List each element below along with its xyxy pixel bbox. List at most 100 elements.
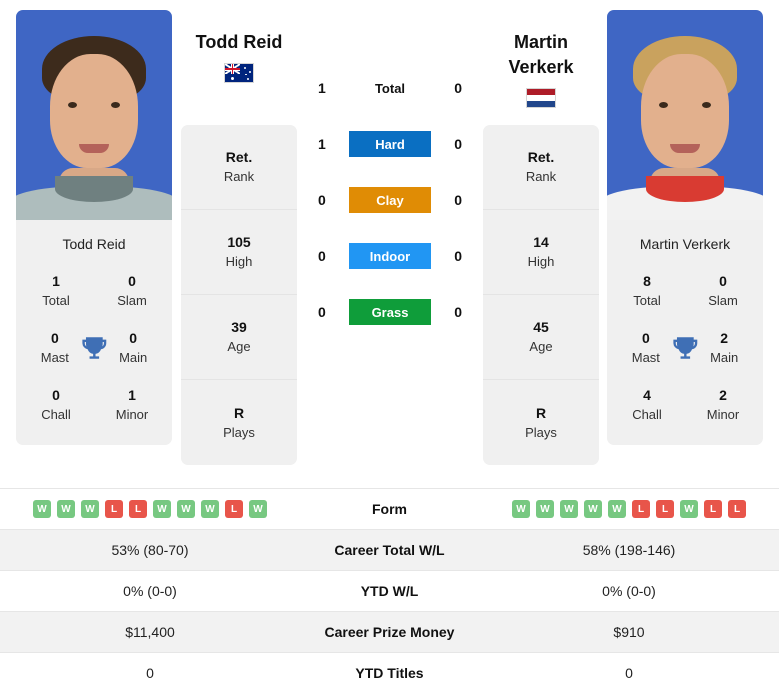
form-badge-loss: L xyxy=(728,500,746,518)
info-label: High xyxy=(225,254,253,269)
titles-row-chall-minor: 4 Chall 2 Minor xyxy=(607,376,763,433)
row-label: Career Total W/L xyxy=(334,542,445,558)
titles-row-mast-main: 0 Mast 2 Main xyxy=(607,319,763,376)
stat-total: 8 Total xyxy=(633,272,661,308)
surface-badge-grass[interactable]: Grass xyxy=(349,299,431,325)
info-cell-rank: Ret. Rank xyxy=(181,125,297,210)
info-cell-high: 14 High xyxy=(483,210,599,295)
info-cell-age: 39 Age xyxy=(181,295,297,380)
form-badge-loss: L xyxy=(656,500,674,518)
titles-card-name-left: Todd Reid xyxy=(62,236,126,252)
stat-mast: 0 Mast xyxy=(40,329,69,365)
titles-row-mast-main: 0 Mast 0 Main xyxy=(16,319,172,376)
value-left: 53% (80-70) xyxy=(111,542,189,558)
player-name-right-line1: Martin xyxy=(514,32,568,52)
titles-row-chall-minor: 0 Chall 1 Minor xyxy=(16,376,172,433)
info-label: Plays xyxy=(525,424,557,440)
portrait-eye-right xyxy=(111,102,120,108)
table-row-form: WWWLLWWWLW Form WWWWWLLWLL xyxy=(0,488,779,530)
portrait-eye-right xyxy=(702,102,711,108)
table-row-career-prize-money: $11,400 Career Prize Money $910 xyxy=(0,611,779,653)
info-cell-plays: R Plays xyxy=(483,380,599,465)
info-label: Rank xyxy=(223,169,255,184)
form-badge-win: W xyxy=(249,500,267,518)
stat-total: 1 Total xyxy=(42,272,70,308)
stat-mast: 0 Mast xyxy=(631,329,660,365)
info-label: Plays xyxy=(223,424,255,440)
stat-minor: 1 Minor xyxy=(115,386,149,422)
trophy-icon xyxy=(673,336,697,359)
surface-label-total: Total xyxy=(374,80,406,96)
titles-card-right: Martin Verkerk 8 Total 0 Slam 0 Mast 2 M… xyxy=(607,226,763,445)
form-badge-win: W xyxy=(81,500,99,518)
surface-value-left: 1 xyxy=(318,136,326,152)
form-badge-win: W xyxy=(153,500,171,518)
surface-value-right: 0 xyxy=(454,80,462,96)
info-value: 14 xyxy=(533,234,549,250)
table-row-ytd-wl: 0% (0-0) YTD W/L 0% (0-0) xyxy=(0,570,779,612)
player-photo-right xyxy=(607,10,763,220)
surface-badge-clay[interactable]: Clay xyxy=(349,187,431,213)
surface-row-indoor: 0 Indoor 0 xyxy=(300,228,480,284)
value-left: 0 xyxy=(146,665,154,682)
info-cell-high: 105 High xyxy=(181,210,297,295)
value-right: $910 xyxy=(613,624,645,640)
portrait-collar xyxy=(55,176,133,202)
form-badges-left: WWWLLWWWLW xyxy=(0,500,300,518)
surface-value-right: 0 xyxy=(454,304,462,320)
player-heading-left: Todd Reid xyxy=(169,30,309,83)
form-badge-loss: L xyxy=(105,500,123,518)
info-cell-age: 45 Age xyxy=(483,295,599,380)
surface-badge-hard[interactable]: Hard xyxy=(349,131,431,157)
form-cell-left: WWWLLWWWLW xyxy=(0,489,300,530)
stat-slam: 0 Slam xyxy=(117,272,147,308)
form-badge-win: W xyxy=(177,500,195,518)
surface-value-left: 0 xyxy=(318,248,326,264)
info-value: 45 xyxy=(533,319,549,335)
trophy-icon xyxy=(82,336,106,359)
surface-value-right: 0 xyxy=(454,248,462,264)
surface-value-left: 0 xyxy=(318,304,326,320)
portrait-mouth xyxy=(670,144,700,153)
player-info-card-left: Ret. Rank 105 High 39 Age R Plays xyxy=(181,125,297,465)
form-badge-loss: L xyxy=(129,500,147,518)
titles-card-left: Todd Reid 1 Total 0 Slam 0 Mast 0 Main 0… xyxy=(16,226,172,445)
info-value: Ret. xyxy=(527,149,555,165)
form-cell-right: WWWWWLLWLL xyxy=(479,489,779,530)
value-right: 0% (0-0) xyxy=(602,583,656,599)
info-label: High xyxy=(527,254,555,269)
surface-row-total: 1 Total 0 xyxy=(300,60,480,116)
surface-row-hard: 1 Hard 0 xyxy=(300,116,480,172)
info-value: 39 xyxy=(231,319,247,335)
player-name-right-line2: Verkerk xyxy=(508,57,574,77)
form-badge-loss: L xyxy=(632,500,650,518)
surface-badge-indoor[interactable]: Indoor xyxy=(349,243,431,269)
surface-value-right: 0 xyxy=(454,136,462,152)
australia-flag-icon xyxy=(224,63,254,83)
netherlands-flag-icon xyxy=(526,88,556,108)
value-right: 0 xyxy=(625,665,633,682)
form-badge-win: W xyxy=(584,500,602,518)
row-label-form: Form xyxy=(372,501,407,517)
form-badge-win: W xyxy=(57,500,75,518)
player-comparison-header: Todd Reid Todd Reid Ret. Rank 105 High 3… xyxy=(0,0,779,480)
table-row-ytd-titles: 0 YTD Titles 0 xyxy=(0,652,779,694)
value-left: $11,400 xyxy=(125,624,175,640)
stat-slam: 0 Slam xyxy=(708,272,738,308)
table-row-career-total-wl: 53% (80-70) Career Total W/L 58% (198-14… xyxy=(0,529,779,571)
value-right: 58% (198-146) xyxy=(582,542,676,558)
info-value: R xyxy=(233,404,245,421)
comparison-stats-table: WWWLLWWWLW Form WWWWWLLWLL 53% (80-70) C… xyxy=(0,488,779,694)
surface-value-right: 0 xyxy=(454,192,462,208)
stat-chall: 4 Chall xyxy=(632,386,662,422)
form-badge-win: W xyxy=(201,500,219,518)
info-label: Age xyxy=(227,339,251,354)
titles-row-total-slam: 8 Total 0 Slam xyxy=(607,262,763,319)
info-value: 105 xyxy=(227,234,251,250)
info-label: Age xyxy=(529,339,553,354)
player-heading-right: Martin Verkerk xyxy=(471,30,611,108)
row-label: Career Prize Money xyxy=(324,624,455,640)
titles-card-name-right: Martin Verkerk xyxy=(639,236,731,252)
player-photo-left xyxy=(16,10,172,220)
surface-row-clay: 0 Clay 0 xyxy=(300,172,480,228)
